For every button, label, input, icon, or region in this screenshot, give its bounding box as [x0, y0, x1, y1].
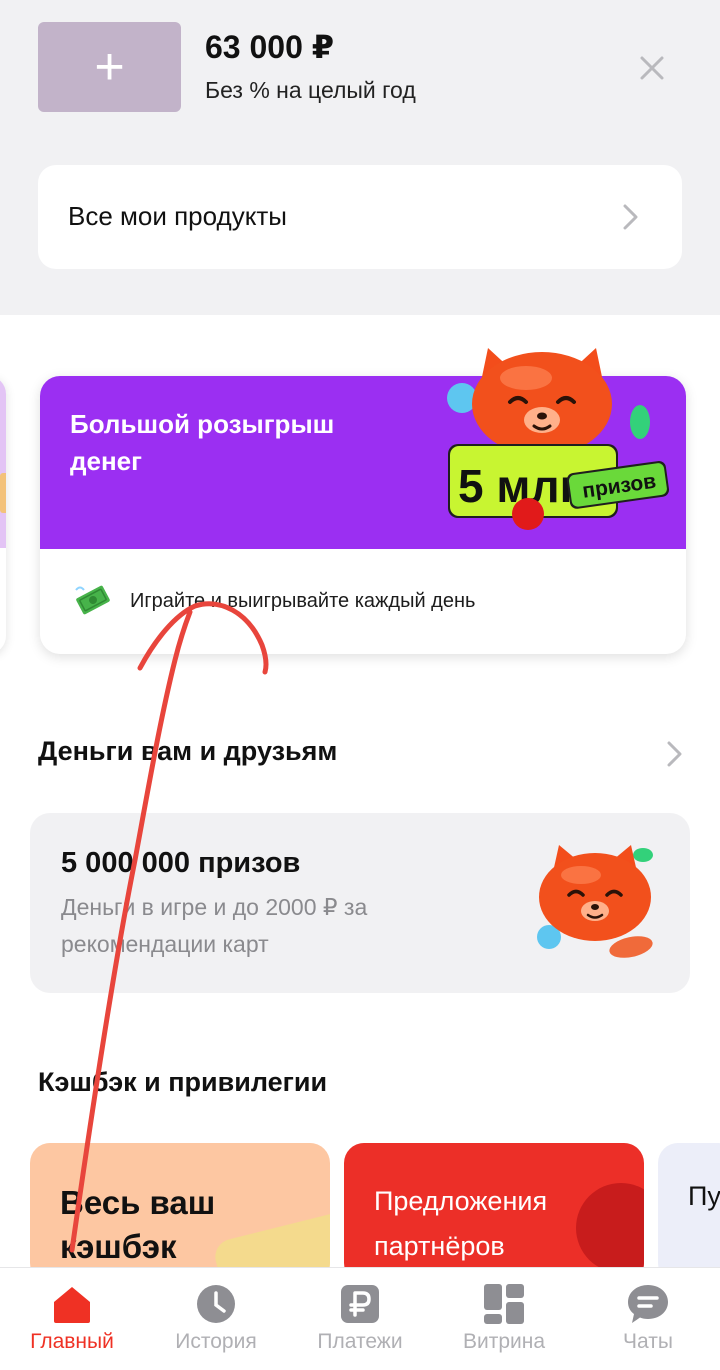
all-products-label: Все мои продукты	[68, 201, 287, 231]
money-draw-subtitle: Играйте и выигрывайте каждый день	[130, 590, 476, 612]
money-draw-title: Большой розыгрыш денег	[70, 409, 335, 476]
cashback-card-all[interactable]: Весь ваш кэшбэк	[30, 1143, 330, 1283]
home-icon	[54, 1287, 90, 1323]
money-icon	[75, 585, 110, 615]
top-area: + 63 000 ₽ Без % на целый год Все мои пр…	[0, 0, 720, 315]
grid-icon	[484, 1284, 524, 1324]
referral-card[interactable]: 5 000 000 призов Деньги в игре и до 2000…	[30, 813, 690, 993]
chat-icon	[628, 1285, 668, 1323]
referral-description: Деньги в игре и до 2000 ₽ за рекомендаци…	[61, 894, 368, 957]
nav-label: Чаты	[623, 1330, 673, 1353]
promo-subtitle: Без % на целый год	[205, 77, 416, 103]
chevron-right-icon	[623, 204, 638, 230]
credit-card-promo-thumbnail[interactable]: +	[38, 22, 181, 112]
clock-icon	[197, 1285, 235, 1323]
referral-title: 5 000 000 призов	[61, 847, 301, 879]
nav-home[interactable]: Главный	[0, 1268, 144, 1370]
cashback-card-label: Предложения партнёров	[374, 1186, 548, 1261]
all-products-card[interactable]: Все мои продукты	[38, 165, 682, 269]
promo-amount[interactable]: 63 000 ₽	[205, 28, 334, 66]
friends-section-title[interactable]: Деньги вам и друзьям	[38, 736, 337, 767]
previous-carousel-card[interactable]	[0, 376, 6, 654]
money-draw-card[interactable]: Большой розыгрыш денег 5 млн призов Игра…	[40, 348, 686, 654]
nav-label: История	[175, 1330, 257, 1353]
nav-payments[interactable]: Платежи	[288, 1268, 432, 1370]
nav-label: Платежи	[317, 1330, 403, 1353]
nav-history[interactable]: История	[144, 1268, 288, 1370]
nav-showcase[interactable]: Витрина	[432, 1268, 576, 1370]
nav-label: Главный	[30, 1330, 114, 1353]
cashback-card-next[interactable]: Пу	[658, 1143, 720, 1283]
nav-label: Витрина	[462, 1330, 546, 1353]
bottom-navigation: Главный История Платежи Витрина Чаты	[0, 1267, 720, 1370]
ruble-icon	[341, 1285, 379, 1323]
plus-icon: +	[94, 38, 125, 96]
cashback-card-label: Весь ваш кэшбэк	[60, 1184, 216, 1265]
cashback-card-label: Пу	[688, 1181, 720, 1211]
chevron-right-icon[interactable]	[664, 740, 686, 768]
cat-mascot-icon	[537, 845, 653, 958]
cashback-card-partners[interactable]: Предложения партнёров	[344, 1143, 644, 1283]
cashback-section-title: Кэшбэк и привилегии	[38, 1067, 328, 1097]
cat-mascot-prize-illustration: 5 млн призов	[447, 348, 670, 530]
nav-chats[interactable]: Чаты	[576, 1268, 720, 1370]
close-icon[interactable]	[632, 48, 672, 88]
